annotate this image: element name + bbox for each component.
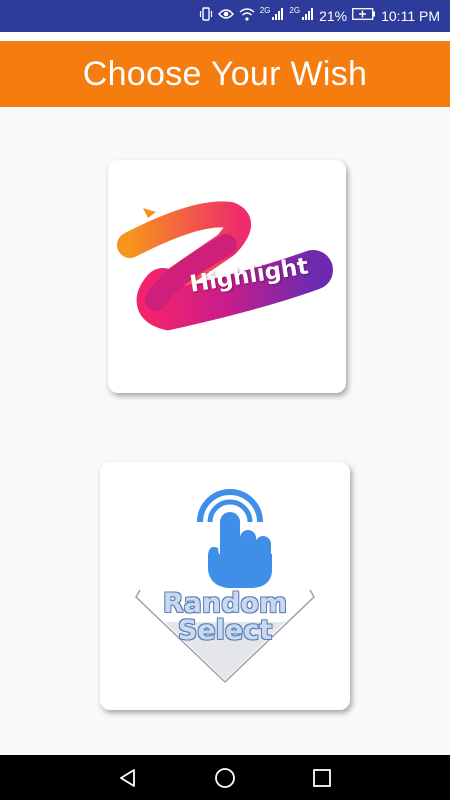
tap-hand-icon xyxy=(135,489,315,684)
back-button[interactable] xyxy=(113,763,143,793)
wifi-icon xyxy=(239,7,255,25)
home-icon xyxy=(215,767,235,788)
status-bar: 2G 2G 21% 10:11 PM xyxy=(0,0,450,32)
signal-icon xyxy=(272,8,284,24)
back-icon xyxy=(120,768,136,787)
random-label-line2: Select xyxy=(177,615,273,646)
eye-icon xyxy=(217,8,234,24)
network-type-1: 2G xyxy=(259,6,271,15)
network-type-2: 2G xyxy=(289,6,301,15)
recents-button[interactable] xyxy=(307,763,337,793)
recents-icon xyxy=(312,768,331,787)
battery-percent: 21% xyxy=(319,8,348,24)
home-button[interactable] xyxy=(210,763,240,793)
random-label-line1: Random xyxy=(162,588,288,619)
status-divider xyxy=(0,32,450,41)
random-select-label: Random Select xyxy=(140,590,310,644)
app-bar: Choose Your Wish xyxy=(0,41,450,107)
clock: 10:11 PM xyxy=(381,8,440,24)
signal-icon xyxy=(302,8,314,24)
random-select-card[interactable]: Random Select xyxy=(100,462,350,710)
vibrate-icon xyxy=(199,7,213,25)
navigation-bar xyxy=(0,755,450,800)
highlight-card[interactable]: Highlight xyxy=(108,160,346,393)
app-title: Choose Your Wish xyxy=(82,54,368,93)
battery-icon xyxy=(352,8,376,24)
